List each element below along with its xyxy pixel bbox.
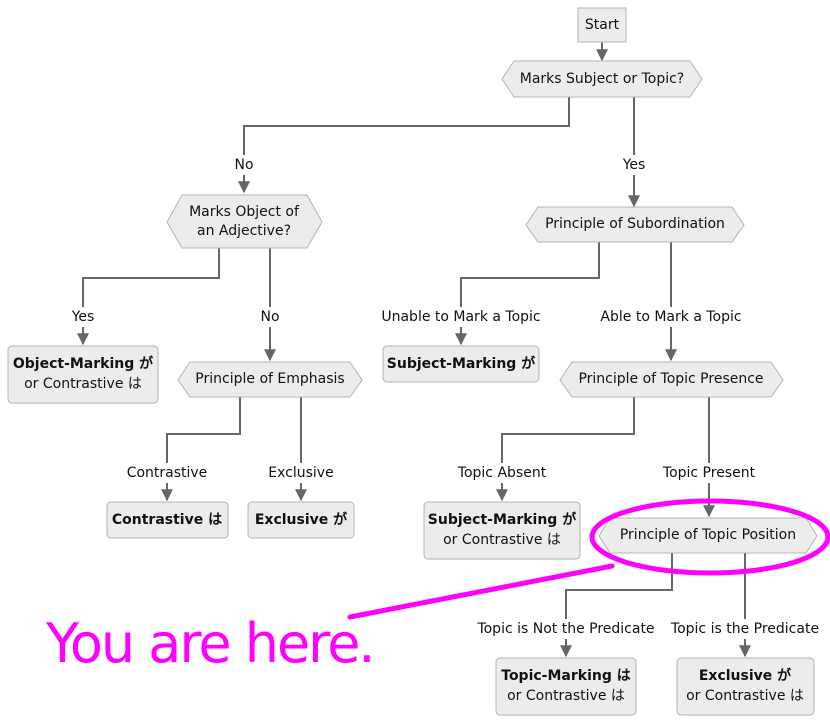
node-exclusive-ga[interactable]: Exclusive が xyxy=(247,501,355,539)
edge-label-exclusive: Exclusive xyxy=(268,465,333,481)
node-exclusive-ga-or-contrastive[interactable]: Exclusive が or Contrastive は xyxy=(676,657,815,716)
node-principle-of-emphasis[interactable]: Principle of Emphasis xyxy=(177,361,363,398)
edge-label-no: No xyxy=(260,309,279,325)
node-principle-of-topic-position[interactable]: Principle of Topic Position xyxy=(598,517,818,554)
node-contrastive-wa[interactable]: Contrastive は xyxy=(106,501,229,539)
edge-p-emphasis-contrastive xyxy=(161,397,241,502)
node-marks-object-of-adjective[interactable]: Marks Object of an Adjective? xyxy=(166,194,323,249)
node-start[interactable]: Start xyxy=(577,7,627,43)
edge-label-unable-to-mark-topic: Unable to Mark a Topic xyxy=(381,309,540,325)
edge-q-object-adjective-yes xyxy=(77,248,220,346)
edge-label-yes: Yes xyxy=(622,157,646,173)
node-label: Start xyxy=(585,17,620,33)
node-label-bold: Exclusive が xyxy=(255,511,348,528)
node-label: Marks Subject or Topic? xyxy=(520,71,684,87)
node-marks-subject-or-topic[interactable]: Marks Subject or Topic? xyxy=(501,60,703,98)
node-label: Principle of Topic Presence xyxy=(578,371,763,387)
flowchart: No Yes Yes No Unable to Mark a Topic Abl… xyxy=(7,7,830,716)
edge-label-topic-is-predicate: Topic is the Predicate xyxy=(670,621,819,637)
edge-label-topic-not-predicate: Topic is Not the Predicate xyxy=(476,621,654,637)
node-label-line2: or Contrastive は xyxy=(507,688,625,704)
node-topic-marking-wa[interactable]: Topic-Marking は or Contrastive は xyxy=(495,657,637,716)
edge-label-able-to-mark-topic: Able to Mark a Topic xyxy=(600,309,741,325)
edge-q-subject-topic-no xyxy=(238,96,570,194)
node-label: Principle of Subordination xyxy=(545,216,725,232)
node-principle-of-topic-presence[interactable]: Principle of Topic Presence xyxy=(559,361,784,398)
node-label-bold: Object-Marking が xyxy=(13,355,154,372)
node-label-bold: Contrastive は xyxy=(112,512,222,528)
node-label-bold: Topic-Marking は xyxy=(501,668,631,684)
node-label-bold: Subject-Marking が xyxy=(387,355,536,372)
node-label-bold: Exclusive が xyxy=(699,667,792,684)
node-subject-marking-ga[interactable]: Subject-Marking が xyxy=(382,345,540,383)
edge-p-subordination-unable xyxy=(455,242,600,346)
node-principle-of-subordination[interactable]: Principle of Subordination xyxy=(525,206,745,243)
node-label-bold: Subject-Marking が xyxy=(428,511,577,528)
node-label-line2: or Contrastive は xyxy=(443,532,561,548)
node-subject-marking-ga-or-contrastive[interactable]: Subject-Marking が or Contrastive は xyxy=(423,501,581,560)
you-are-here-text: You are here. xyxy=(45,612,374,675)
edge-label-contrastive: Contrastive xyxy=(127,465,208,481)
node-label: Principle of Emphasis xyxy=(195,371,344,387)
node-label-line1: Marks Object of xyxy=(189,204,300,220)
node-label-line2: an Adjective? xyxy=(197,223,291,239)
edge-label-yes: Yes xyxy=(71,309,95,325)
edge-label-topic-present: Topic Present xyxy=(662,465,756,481)
edge-label-topic-absent: Topic Absent xyxy=(457,465,547,481)
edge-p-topic-presence-absent xyxy=(496,397,635,502)
node-label: Principle of Topic Position xyxy=(620,527,796,543)
node-label-line2: or Contrastive は xyxy=(24,376,142,392)
node-object-marking-ga[interactable]: Object-Marking が or Contrastive は xyxy=(7,345,159,404)
edge-label-no: No xyxy=(234,157,253,173)
pointer-line xyxy=(347,563,615,620)
node-label-line2: or Contrastive は xyxy=(686,688,804,704)
